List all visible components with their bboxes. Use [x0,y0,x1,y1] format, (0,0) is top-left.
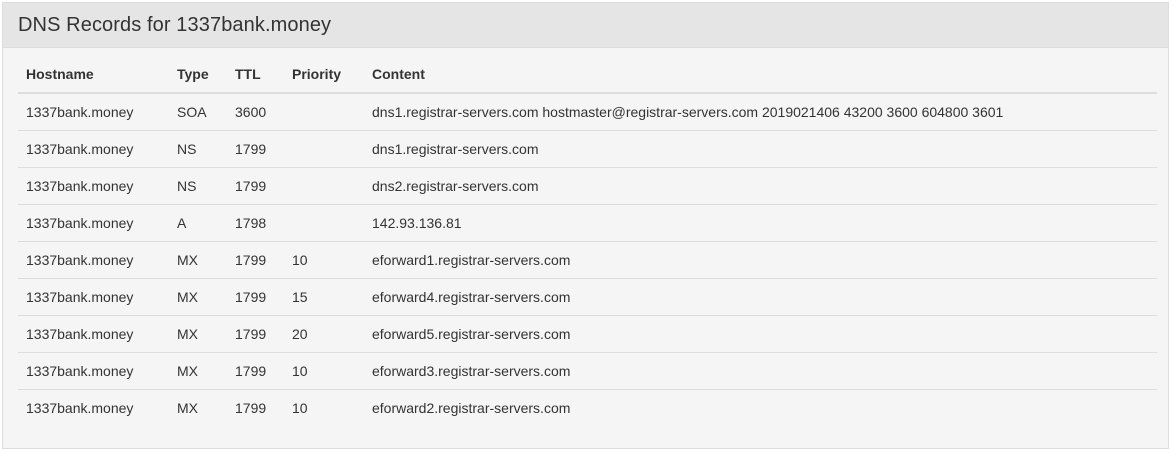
cell-ttl: 1799 [227,167,284,205]
cell-type: SOA [169,93,227,131]
cell-ttl: 1799 [227,315,284,353]
table-row: 1337bank.money NS 1799 dns1.registrar-serve… [18,130,1157,168]
cell-hostname: 1337bank.money [18,352,169,390]
cell-ttl: 1799 [227,278,284,316]
cell-content: eforward4.registrar-servers.com [364,278,1157,316]
cell-hostname: 1337bank.money [18,167,169,205]
table-row: 1337bank.money NS 1799 dns2.registrar-serve… [18,167,1157,205]
cell-content: dns2.registrar-servers.com [364,167,1157,205]
column-header-hostname: Hostname [18,55,169,94]
cell-ttl: 1799 [227,130,284,168]
column-header-type: Type [169,55,227,94]
cell-content: eforward2.registrar-servers.com [372,400,571,416]
table-row: 1337bank.money MX 1799 20 eforward5.registra… [18,315,1157,353]
cell-hostname: 1337bank.money [18,315,169,353]
cell-content: eforward5.registrar-servers.com [364,315,1157,353]
table-row: 1337bank.money A 1798 142.93.136.81 [18,204,1157,242]
cell-priority [284,93,364,131]
table-row: 1337bank.money MX 1799 15 eforward4.registra… [18,278,1157,316]
cell-hostname: 1337bank.money [18,130,169,168]
cell-type: MX [169,315,227,353]
cell-content: dns1.registrar-servers.com hostmaster@re… [364,93,1157,131]
cell-hostname: 1337bank.money [18,241,169,279]
dns-records-panel: DNS Records for 1337bank.money Hostname … [2,2,1169,449]
cell-priority: 10 [292,400,308,416]
column-header-content: Content [364,55,1157,94]
table-header-row: Hostname Type TTL Priority Content [18,55,1157,94]
cell-ttl: 1798 [227,204,284,242]
cell-content: eforward1.registrar-servers.com [364,241,1157,279]
cell-priority [284,204,364,242]
cell-content: eforward3.registrar-servers.com [364,352,1157,390]
cell-ttl: 1799 [227,352,284,390]
cell-ttl: 1799 [235,400,267,416]
cell-type: MX [169,241,227,279]
table-row: 1337bank.money MX 1799 10 eforward3.registra… [18,352,1157,390]
cell-priority: 10 [284,352,364,390]
panel-heading: DNS Records for 1337bank.money [3,3,1168,48]
cell-content: dns1.registrar-servers.com [364,130,1157,168]
column-header-priority: Priority [284,55,364,94]
cell-type: MX [169,352,227,390]
cell-type: MX [169,278,227,316]
cell-ttl: 1799 [227,241,284,279]
table-row: 1337bank.money MX 1799 10 eforward1.registra… [18,241,1157,279]
cell-hostname: 1337bank.money [18,278,169,316]
cell-type: NS [169,130,227,168]
cell-type: A [169,204,227,242]
cell-priority [284,167,364,205]
cell-priority: 10 [284,241,364,279]
cell-priority: 15 [284,278,364,316]
cell-ttl: 3600 [227,93,284,131]
cell-hostname: 1337bank.money [18,204,169,242]
cell-hostname: 1337bank.money [18,93,169,131]
dns-table-container: Hostname Type TTL Priority Content 1337b… [18,55,1157,426]
cell-type: NS [169,167,227,205]
cell-hostname: 1337bank.money [26,400,134,416]
cell-content: 142.93.136.81 [364,204,1157,242]
cell-priority: 20 [284,315,364,353]
cell-type: MX [177,400,198,416]
table-row: 1337bank.money SOA 3600 dns1.registrar-serv… [18,93,1157,131]
dns-records-table: Hostname Type TTL Priority Content 1337b… [18,55,1157,426]
cell-priority [284,130,364,168]
panel-title: DNS Records for 1337bank.money [18,13,332,36]
column-header-ttl: TTL [227,55,284,94]
table-row: 1337bank.money MX 1799 10 eforward2.registra… [18,390,1157,427]
